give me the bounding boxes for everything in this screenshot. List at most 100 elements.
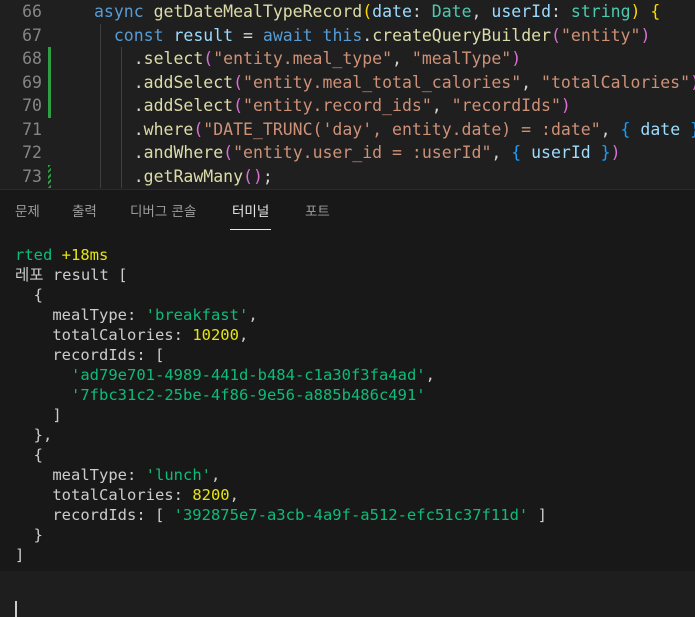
- terminal-text: }: [15, 526, 43, 544]
- code-text: .getRawMany();: [94, 165, 273, 189]
- line-number: 73: [22, 166, 42, 186]
- code-token: ): [630, 2, 641, 21]
- code-token: ): [640, 25, 651, 45]
- code-token: ): [690, 73, 695, 92]
- terminal-text: 'breakfast': [145, 306, 249, 324]
- code-token: Date: [431, 2, 472, 21]
- terminal-text: 'lunch': [145, 466, 211, 484]
- terminal-text: ,: [229, 486, 239, 504]
- code-token: addSelect: [143, 72, 234, 92]
- terminal-text: ]: [528, 506, 547, 524]
- terminal-line: {: [15, 445, 43, 465]
- code-token: "recordIds": [451, 96, 561, 115]
- code-line[interactable]: 72 .andWhere("entity.user_id = :userId",…: [0, 141, 695, 165]
- code-line[interactable]: 66 async getDateMealTypeRecord(date: Date…: [0, 0, 695, 24]
- terminal-line: },: [15, 425, 53, 445]
- code-line[interactable]: 71 .where("DATE_TRUNC('day', entity.date…: [0, 117, 695, 141]
- code-token: {: [620, 119, 631, 139]
- code-token: (: [203, 49, 214, 68]
- code-editor[interactable]: 66 async getDateMealTypeRecord(date: Date…: [0, 0, 695, 189]
- code-token: "DATE_TRUNC('day', entity.date) = :date": [203, 119, 601, 139]
- panel-tab[interactable]: 포트: [305, 190, 330, 230]
- terminal-line: recordIds: [: [15, 345, 164, 365]
- code-line[interactable]: 69 .addSelect("entity.meal_total_calorie…: [0, 70, 695, 94]
- code-token: createQueryBuilder: [372, 25, 552, 45]
- panel-tab[interactable]: 디버그 콘솔: [130, 190, 196, 230]
- panel-tab[interactable]: 문제: [15, 190, 40, 230]
- code-text: .addSelect("entity.record_ids", "recordI…: [94, 94, 571, 118]
- terminal-cursor: [15, 601, 23, 617]
- code-token: .: [94, 143, 144, 162]
- code-token: :: [411, 2, 432, 21]
- code-token: "entity.user_id = :userId": [233, 143, 492, 162]
- terminal-line: 레포 result [: [15, 265, 128, 285]
- code-token: "entity": [560, 25, 641, 45]
- terminal-text: },: [15, 426, 53, 444]
- code-token: userId: [531, 143, 591, 162]
- terminal-text: 10200: [192, 326, 239, 344]
- git-change-indicator[interactable]: [48, 47, 51, 71]
- code-token: ): [252, 166, 263, 186]
- terminal-text: mealType:: [15, 466, 146, 484]
- code-token: (: [551, 25, 561, 45]
- git-change-indicator[interactable]: [48, 94, 51, 118]
- terminal-output[interactable]: rted +18ms 레포 result [ { mealType: 'break…: [0, 245, 695, 617]
- terminal-text: '392875e7-a3cb-4a9f-a512-efc51c37f11d': [173, 506, 529, 524]
- code-token: await: [262, 25, 323, 45]
- terminal-text: 8200: [192, 486, 230, 504]
- code-token: (: [233, 72, 244, 92]
- code-token: "mealType": [411, 49, 512, 68]
- code-token: andWhere: [143, 143, 224, 162]
- terminal-text: recordIds: [: [15, 506, 174, 524]
- terminal-line: '7fbc31c2-25be-4f86-9e56-a885b486c491': [15, 385, 426, 405]
- code-line[interactable]: 70 .addSelect("entity.record_ids", "reco…: [0, 94, 695, 118]
- code-token: ,: [491, 143, 512, 162]
- panel-tab[interactable]: 출력: [72, 190, 97, 230]
- panel-tabs: 문제 출력 디버그 콘솔 터미널 포트: [0, 190, 695, 230]
- code-token: {: [650, 2, 661, 21]
- code-token: .: [94, 49, 144, 68]
- terminal-text: 레포 result [: [15, 266, 128, 284]
- code-token: .: [94, 72, 144, 92]
- code-token: this: [322, 25, 363, 45]
- code-token: const: [94, 25, 174, 45]
- panel-tab[interactable]: 터미널: [229, 190, 272, 230]
- terminal-text: recordIds: [: [15, 346, 165, 364]
- code-token: }: [600, 143, 611, 162]
- code-token: result: [173, 25, 234, 45]
- git-change-indicator[interactable]: [48, 70, 51, 94]
- terminal-text: ,: [210, 466, 221, 484]
- code-token: .: [94, 119, 144, 139]
- code-token: userId: [491, 2, 552, 21]
- code-token: (: [233, 96, 244, 115]
- terminal-text: mealType:: [15, 306, 146, 324]
- code-text: .select("entity.meal_type", "mealType"): [94, 47, 521, 71]
- git-change-indicator[interactable]: [48, 164, 51, 188]
- code-token: .: [362, 25, 373, 45]
- code-token: {: [511, 143, 522, 162]
- code-token: ,: [600, 119, 621, 139]
- terminal-line: totalCalories: 8200,: [15, 485, 239, 505]
- code-token: (: [243, 166, 253, 186]
- terminal-text: {: [15, 286, 43, 304]
- code-line[interactable]: 73 .getRawMany();: [0, 164, 695, 189]
- code-token: =: [233, 25, 263, 45]
- code-line[interactable]: 68 .select("entity.meal_type", "mealType…: [0, 47, 695, 71]
- code-token: getRawMany: [143, 166, 244, 186]
- code-token: "entity.meal_total_calories": [243, 72, 522, 92]
- line-number: 71: [22, 119, 42, 139]
- code-line[interactable]: 67 const result = await this.createQuery…: [0, 23, 695, 48]
- terminal-line: }: [15, 525, 43, 545]
- line-number: 67: [22, 25, 42, 45]
- code-token: ;: [262, 166, 273, 186]
- code-token: (: [223, 143, 234, 162]
- code-token: addSelect: [143, 96, 234, 115]
- terminal-text: ,: [425, 366, 435, 384]
- code-token: :: [551, 2, 571, 21]
- terminal-text: totalCalories:: [15, 326, 193, 344]
- code-text: const result = await this.createQueryBui…: [94, 24, 651, 48]
